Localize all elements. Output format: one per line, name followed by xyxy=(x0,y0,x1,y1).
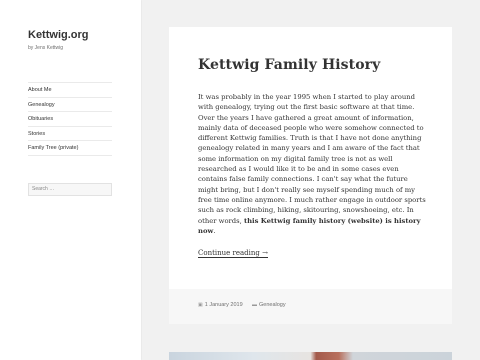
nav-item-stories[interactable]: Stories xyxy=(28,127,112,141)
post-date: ▣ 1 January 2019 xyxy=(198,302,243,308)
calendar-icon: ▣ xyxy=(198,302,203,308)
post-body: It was probably in the year 1995 when I … xyxy=(198,92,428,236)
post-footer: ▣ 1 January 2019 ▬ Genealogy xyxy=(169,289,452,324)
post-body-text: It was probably in the year 1995 when I … xyxy=(198,93,426,225)
nav-item-family-tree[interactable]: Family Tree (private) xyxy=(28,141,112,156)
next-post-featured-image[interactable] xyxy=(169,352,452,360)
continue-reading-link[interactable]: Continue reading → xyxy=(198,249,268,258)
sidebar: Kettwig.org by Jens Kettwig About Me Gen… xyxy=(0,0,141,360)
post-category-link[interactable]: Genealogy xyxy=(259,302,286,308)
site-title[interactable]: Kettwig.org xyxy=(28,29,89,41)
nav-item-obituaries[interactable]: Obituaries xyxy=(28,112,112,127)
nav-item-about-me[interactable]: About Me xyxy=(28,83,112,98)
main-navigation: About Me Genealogy Obituaries Stories Fa… xyxy=(28,82,112,156)
search-input[interactable]: Search … xyxy=(28,183,112,196)
site-description: by Jens Kettwig xyxy=(28,45,64,51)
post-title[interactable]: Kettwig Family History xyxy=(198,57,380,73)
folder-icon: ▬ xyxy=(252,302,257,308)
post-date-link[interactable]: 1 January 2019 xyxy=(205,302,243,308)
post-body-end: . xyxy=(213,226,216,235)
post-card: Kettwig Family History It was probably i… xyxy=(169,27,452,324)
post-category: ▬ Genealogy xyxy=(252,302,286,308)
nav-item-genealogy[interactable]: Genealogy xyxy=(28,98,112,112)
